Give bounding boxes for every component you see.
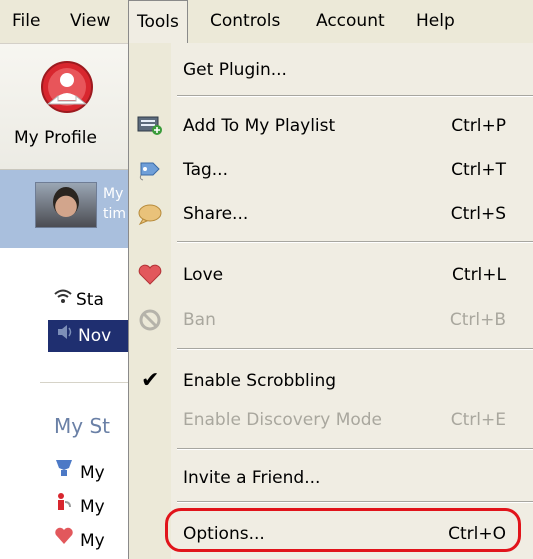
sidebar: My Profile My tim Sta Nov My St My My My (0, 44, 144, 559)
menu-account[interactable]: Account (308, 0, 393, 43)
menu-item-label: Enable Discovery Mode (183, 410, 383, 430)
profile-button[interactable]: My Profile (0, 44, 140, 170)
sidebar-item-label: Nov (78, 326, 112, 346)
menu-item-shortcut: Ctrl+S (450, 204, 506, 224)
menu-item-label: Add To My Playlist (183, 116, 336, 136)
menu-separator (177, 501, 533, 503)
menu-help[interactable]: Help (408, 0, 463, 43)
menu-item-shortcut: Ctrl+B (449, 310, 506, 330)
trophy-icon (54, 458, 80, 482)
menu-item-get-plugin[interactable]: Get Plugin... (129, 53, 533, 87)
playlist-add-icon (137, 116, 162, 135)
profile-label: My Profile (14, 128, 97, 148)
menu-item-enable-discovery-mode[interactable]: Enable Discovery Mode Ctrl+E (129, 403, 533, 437)
sidebar-subitem[interactable]: My (54, 458, 105, 483)
sidebar-subitem[interactable]: My (54, 492, 105, 517)
menu-view[interactable]: View (62, 0, 118, 43)
info-icon (54, 492, 80, 516)
sidebar-subitem[interactable]: My (54, 526, 105, 551)
menu-item-invite-friend[interactable]: Invite a Friend... (129, 461, 533, 495)
menu-item-ban[interactable]: Ban Ctrl+B (129, 303, 533, 337)
menu-item-shortcut: Ctrl+P (451, 116, 506, 136)
menu-item-shortcut: Ctrl+T (451, 160, 506, 180)
user-name-line: My (103, 186, 124, 202)
menu-item-love[interactable]: Love Ctrl+L (129, 258, 533, 292)
menu-item-label: Tag... (183, 160, 228, 180)
sidebar-item-label: Sta (76, 290, 104, 310)
options-highlight-annotation (165, 508, 521, 552)
tag-icon (139, 162, 160, 181)
menu-item-enable-scrobbling[interactable]: ✔ Enable Scrobbling (129, 364, 533, 398)
sidebar-subitem-label: My (80, 497, 105, 517)
menu-separator (177, 348, 533, 350)
profile-icon (41, 61, 93, 113)
ban-icon (139, 309, 161, 331)
section-title: My St (54, 414, 110, 438)
heart-icon (138, 264, 162, 285)
menu-item-label: Enable Scrobbling (183, 371, 337, 391)
menu-item-label: Get Plugin... (183, 60, 287, 80)
tools-dropdown-menu: Get Plugin... Add To My Playlist Ctrl+P … (128, 43, 533, 559)
sidebar-subitem-label: My (80, 463, 105, 483)
share-bubble-icon (138, 204, 162, 225)
menu-separator (177, 95, 533, 97)
menu-controls[interactable]: Controls (202, 0, 288, 43)
menu-separator (177, 241, 533, 243)
menu-item-label: Share... (183, 204, 249, 224)
speaker-icon (52, 320, 78, 352)
menu-item-shortcut: Ctrl+L (452, 265, 506, 285)
sidebar-subitem-label: My (80, 531, 105, 551)
menu-item-label: Love (183, 265, 224, 285)
menu-item-share[interactable]: Share... Ctrl+S (129, 197, 533, 231)
sidebar-item-stations[interactable]: Sta (50, 284, 104, 316)
menu-item-tag[interactable]: Tag... Ctrl+T (129, 153, 533, 187)
heart-icon (54, 526, 80, 550)
menu-item-shortcut: Ctrl+E (450, 410, 506, 430)
avatar (35, 182, 97, 228)
menu-item-label: Invite a Friend... (183, 468, 321, 488)
menu-bar: File View Tools Controls Account Help (0, 0, 533, 44)
menu-file[interactable]: File (4, 0, 48, 43)
menu-tools[interactable]: Tools (128, 0, 188, 44)
wifi-icon (50, 284, 76, 316)
divider (40, 382, 140, 383)
checkmark-icon: ✔ (141, 368, 160, 393)
menu-item-label: Ban (183, 310, 216, 330)
user-panel[interactable]: My tim (0, 170, 140, 248)
user-time-line: tim (103, 206, 127, 222)
menu-item-add-to-playlist[interactable]: Add To My Playlist Ctrl+P (129, 109, 533, 143)
user-text: My tim (103, 184, 126, 224)
menu-separator (177, 448, 533, 450)
